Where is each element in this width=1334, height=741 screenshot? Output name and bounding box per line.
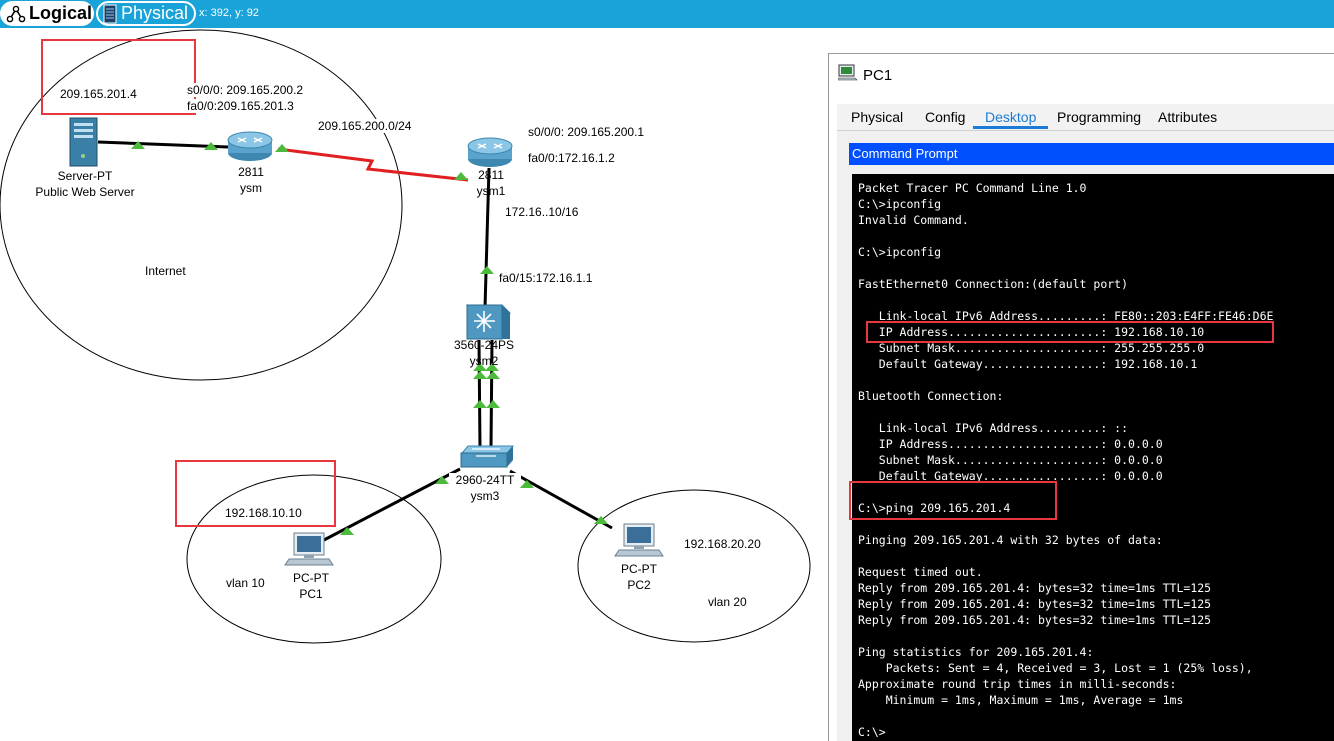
terminal-line: Reply from 209.165.201.4: bytes=32 time=… — [858, 597, 1212, 611]
server-model-label: Server-PT — [20, 169, 150, 183]
terminal-line: Packet Tracer PC Command Line 1.0 — [858, 181, 1087, 195]
pc1-window[interactable]: PC1 Physical Config Desktop Programming … — [828, 53, 1334, 741]
server-ip-highlight — [41, 39, 196, 115]
logical-view-label: Logical — [28, 3, 92, 23]
command-prompt-terminal[interactable]: Packet Tracer PC Command Line 1.0 C:\>ipc… — [852, 174, 1334, 741]
multilayer-switch-ysm2-icon[interactable] — [465, 304, 512, 340]
ysm-model-label: 2811 — [231, 165, 271, 179]
terminal-line: Ping statistics for 209.165.201.4: — [858, 645, 1094, 659]
terminal-line: C:\>ipconfig — [858, 245, 942, 259]
ysm1-name-label: ysm1 — [476, 184, 506, 198]
server-ip-label: 209.165.201.4 — [60, 87, 137, 101]
tab-programming[interactable]: Programming — [1057, 109, 1141, 125]
terminal-line: C:\>ipconfig — [858, 197, 942, 211]
terminal-line: IP Address......................: 0.0.0.… — [858, 437, 1163, 451]
tab-desktop[interactable]: Desktop — [973, 109, 1049, 129]
workspace-toolbar: Logical Physical x: 392, y: 92 — [0, 0, 1334, 28]
ysm3-model-label: 2960-24TT — [449, 473, 521, 487]
ip-address-highlight — [866, 321, 1274, 343]
terminal-line: Approximate round trip times in milli-se… — [858, 677, 1177, 691]
ysm-name-label: ysm — [231, 181, 271, 195]
lan-label: 172.16..10/16 — [505, 205, 579, 219]
pc2-model-label: PC-PT — [613, 562, 665, 576]
terminal-line: Reply from 209.165.201.4: bytes=32 time=… — [858, 581, 1212, 595]
logical-view-button[interactable]: Logical — [0, 1, 94, 26]
server-name-label: Public Web Server — [20, 185, 150, 199]
ysm-fa0-label: fa0/0:209.165.201.3 — [187, 99, 294, 113]
terminal-line: Minimum = 1ms, Maximum = 1ms, Average = … — [858, 693, 1184, 707]
ysm1-model-label: 2811 — [478, 168, 504, 182]
pc2-ip-label: 192.168.20.20 — [684, 537, 761, 551]
terminal-line: Default Gateway.................: 192.16… — [858, 357, 1198, 371]
pc-window-icon — [838, 64, 858, 81]
ysm1-fa0-label: fa0/0:172.16.1.2 — [528, 151, 615, 165]
link-ysm3-pc2[interactable] — [509, 469, 613, 530]
vlan20-label: vlan 20 — [708, 595, 747, 609]
physical-view-button[interactable]: Physical — [96, 1, 196, 26]
link-status-indicators — [131, 141, 608, 535]
ysm1-s0-label: s0/0/0: 209.165.200.1 — [528, 125, 645, 139]
terminal-line: Request timed out. — [858, 565, 983, 579]
pc2-icon[interactable] — [614, 523, 664, 557]
vlan10-label: vlan 10 — [226, 576, 265, 590]
link-serial-ysm-ysm1[interactable] — [277, 147, 469, 182]
window-title: PC1 — [863, 67, 893, 84]
ysm3-name-label: ysm3 — [461, 489, 509, 503]
tab-attributes[interactable]: Attributes — [1158, 109, 1217, 125]
terminal-line: Invalid Command. — [858, 213, 969, 227]
ysm2-name-label: ysm2 — [469, 354, 499, 368]
pc1-ip-label: 192.168.10.10 — [225, 506, 302, 520]
command-prompt-title: Command Prompt — [849, 143, 1334, 165]
tab-physical[interactable]: Physical — [851, 109, 903, 125]
router-ysm1-icon[interactable] — [467, 137, 513, 167]
terminal-line: Packets: Sent = 4, Received = 3, Lost = … — [858, 661, 1253, 675]
pc2-name-label: PC2 — [613, 578, 665, 592]
router-ysm-icon[interactable] — [227, 131, 273, 161]
tab-config[interactable]: Config — [925, 109, 965, 125]
ysm2-fa-label: fa0/15:172.16.1.1 — [499, 271, 593, 285]
rack-icon — [103, 4, 117, 23]
terminal-line: FastEthernet0 Connection:(default port) — [858, 277, 1129, 291]
pc1-name-label: PC1 — [285, 587, 337, 601]
internet-label: Internet — [145, 264, 186, 278]
topology-icon — [6, 5, 26, 22]
terminal-line: Link-local IPv6 Address.........: :: — [858, 421, 1129, 435]
topology-canvas[interactable] — [0, 28, 828, 741]
serial-link-label: 209.165.200.0/24 — [318, 119, 412, 133]
terminal-line: Subnet Mask.....................: 0.0.0.… — [858, 453, 1163, 467]
terminal-line: Reply from 209.165.201.4: bytes=32 time=… — [858, 613, 1212, 627]
pc1-model-label: PC-PT — [285, 571, 337, 585]
ysm-s0-label: s0/0/0: 209.165.200.2 — [187, 83, 304, 97]
terminal-output: Packet Tracer PC Command Line 1.0 C:\>ipc… — [858, 180, 1273, 740]
server-icon[interactable] — [69, 117, 98, 167]
physical-view-label: Physical — [121, 3, 189, 23]
switch-ysm3-icon[interactable] — [460, 445, 515, 468]
window-tab-bar: Physical Config Desktop Programming Attr… — [837, 104, 1334, 131]
ping-command-highlight — [849, 481, 1057, 520]
terminal-line: C:\> — [858, 725, 886, 739]
terminal-line: Bluetooth Connection: — [858, 389, 1004, 403]
desktop-panel: Command Prompt Packet Tracer PC Command … — [837, 131, 1334, 741]
cursor-coordinates: x: 392, y: 92 — [199, 7, 259, 19]
logical-workspace[interactable]: 209.165.201.4 s0/0/0: 209.165.200.2 fa0/… — [0, 28, 828, 741]
ysm2-model-label: 3560-24PS — [453, 338, 515, 352]
terminal-line: Pinging 209.165.201.4 with 32 bytes of d… — [858, 533, 1163, 547]
